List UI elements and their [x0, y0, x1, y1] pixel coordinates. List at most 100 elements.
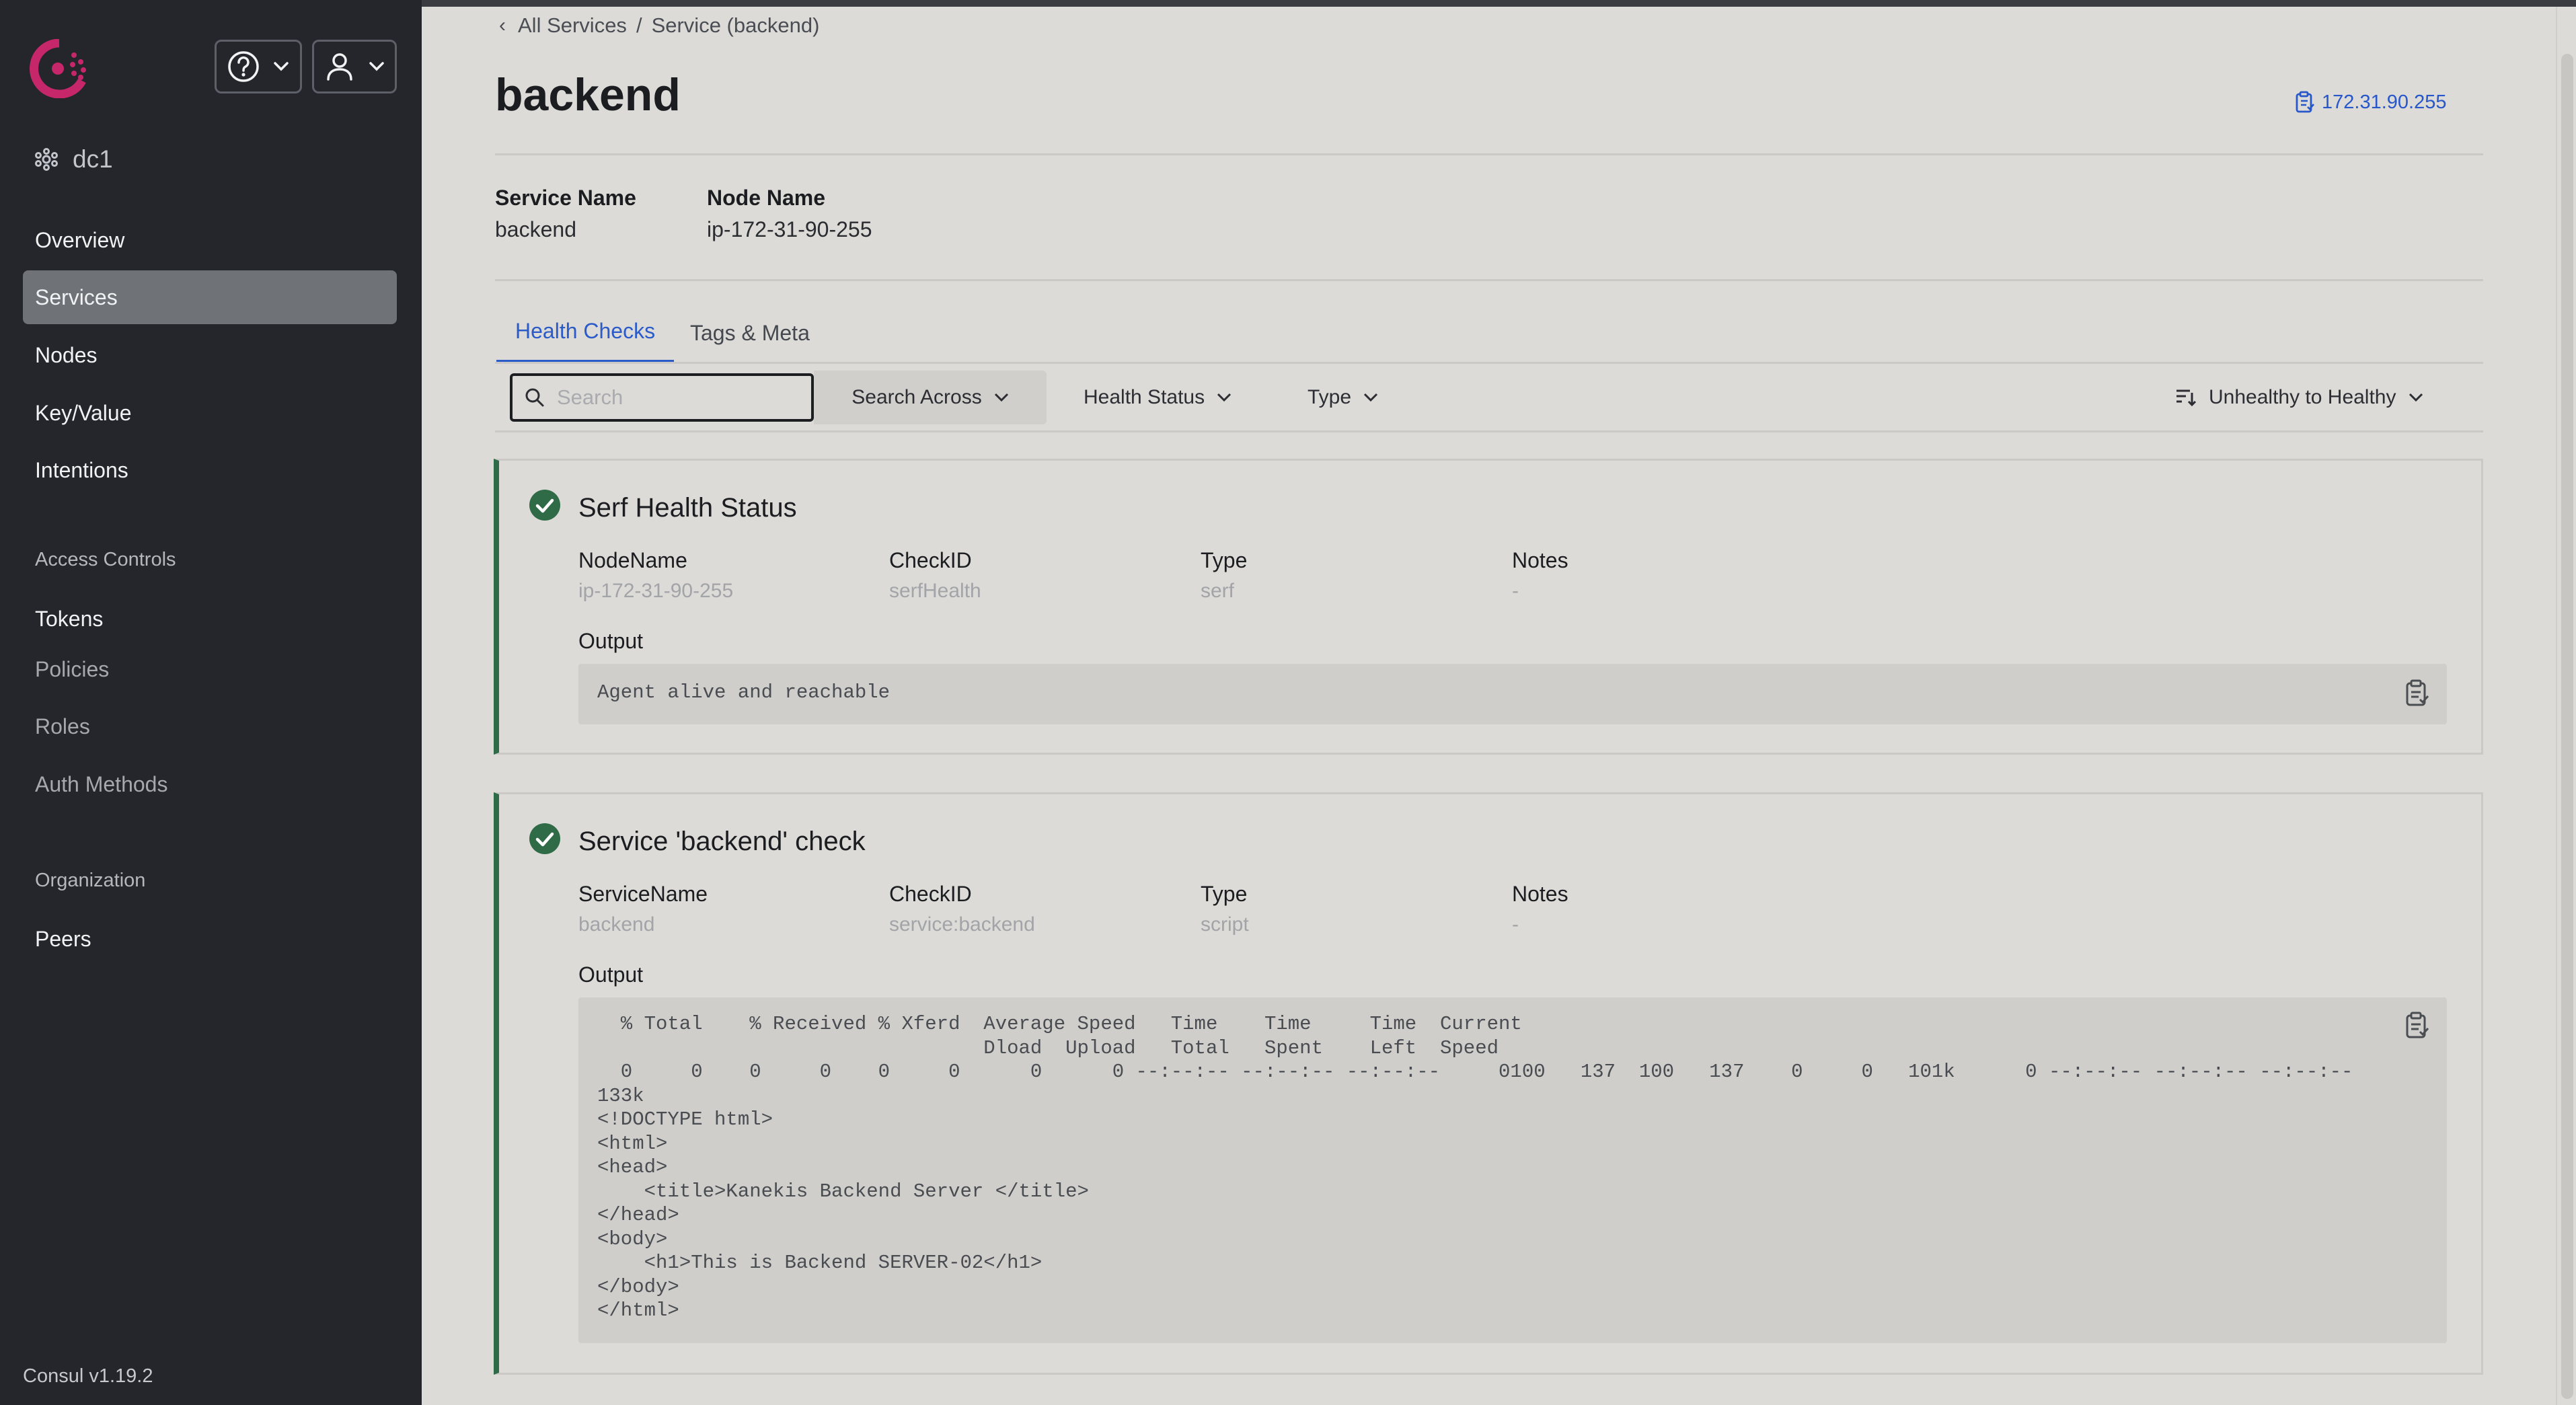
page-title: backend [495, 69, 681, 120]
node-name-meta: Node Name ip-172-31-90-255 [707, 186, 872, 242]
help-menu-button[interactable] [215, 40, 302, 93]
check-field-checkid: CheckID service:backend [889, 882, 1035, 936]
datacenter-icon [35, 148, 58, 171]
output-label: Output [578, 962, 644, 987]
breadcrumb: ‹ All Services / Service (backend) [499, 12, 819, 39]
node-name-value[interactable]: ip-172-31-90-255 [707, 217, 872, 242]
field-value: - [1512, 580, 1519, 602]
access-controls-heading: Access Controls [35, 549, 176, 570]
output-box: Agent alive and reachable [578, 664, 2447, 724]
field-value: service:backend [889, 913, 1035, 936]
chevron-down-icon [1217, 393, 1232, 402]
field-label: Notes [1512, 548, 1568, 572]
field-label: Notes [1512, 882, 1568, 906]
check-field-notes: Notes - [1512, 882, 1568, 936]
search-field[interactable] [510, 373, 814, 422]
service-name-meta: Service Name backend [495, 186, 636, 242]
service-name-label: Service Name [495, 186, 636, 210]
nav-tokens[interactable]: Tokens [23, 592, 397, 646]
search-input[interactable] [557, 385, 786, 410]
sort-dropdown[interactable]: Unhealthy to Healthy [2175, 371, 2423, 424]
breadcrumb-current: Service (backend) [651, 13, 820, 37]
field-value: script [1201, 913, 1249, 936]
sidebar: dc1 Overview Services Nodes Key/Value In… [0, 0, 422, 1405]
nav-intentions[interactable]: Intentions [23, 443, 397, 497]
health-check-card: Serf Health Status NodeName ip-172-31-90… [494, 459, 2483, 755]
divider [495, 430, 2483, 432]
field-label: Type [1201, 548, 1248, 572]
field-value: serf [1201, 580, 1235, 602]
scrollbar[interactable] [2556, 7, 2576, 1405]
sort-label: Unhealthy to Healthy [2209, 386, 2396, 408]
nav-auth-methods[interactable]: Auth Methods [23, 757, 397, 811]
check-field-checkid: CheckID serfHealth [889, 548, 981, 603]
breadcrumb-all-services[interactable]: All Services [518, 13, 627, 38]
nav-roles[interactable]: Roles [23, 699, 397, 753]
divider [495, 279, 2483, 281]
field-label: CheckID [889, 882, 972, 906]
type-dropdown[interactable]: Type [1308, 371, 1378, 424]
datacenter-selector[interactable]: dc1 [35, 144, 113, 175]
nav-key-value[interactable]: Key/Value [23, 386, 397, 440]
service-name-value: backend [495, 217, 576, 241]
breadcrumb-separator: / [636, 13, 642, 37]
check-field-nodename: NodeName ip-172-31-90-255 [578, 548, 733, 603]
nav-services[interactable]: Services [23, 270, 397, 324]
clipboard-icon [2296, 91, 2314, 113]
search-icon [525, 388, 544, 407]
search-across-label: Search Across [851, 386, 982, 408]
nav-overview[interactable]: Overview [23, 213, 397, 267]
help-icon [228, 51, 259, 82]
check-field-type: Type serf [1201, 548, 1247, 603]
chevron-down-icon [274, 62, 289, 71]
field-label: NodeName [578, 548, 687, 572]
version-label: Consul v1.19.2 [23, 1365, 153, 1387]
chevron-down-icon [994, 393, 1008, 402]
organization-heading: Organization [35, 870, 146, 891]
check-field-notes: Notes - [1512, 548, 1568, 603]
user-icon [327, 53, 352, 81]
nav-nodes[interactable]: Nodes [23, 328, 397, 382]
check-circle-icon [529, 490, 560, 521]
datacenter-label: dc1 [73, 145, 113, 173]
output-label: Output [578, 629, 644, 653]
chevron-down-icon [2409, 393, 2423, 402]
consul-logo-icon[interactable] [30, 39, 89, 98]
field-label: CheckID [889, 548, 972, 572]
field-label: ServiceName [578, 882, 708, 906]
copy-ip-button[interactable]: 172.31.90.255 [2295, 87, 2446, 117]
chevron-down-icon [369, 62, 384, 71]
divider [495, 153, 2483, 155]
search-across-dropdown[interactable]: Search Across [814, 371, 1047, 424]
field-value: backend [578, 913, 655, 936]
sort-icon [2176, 389, 2197, 407]
tab-tags-meta[interactable]: Tags & Meta [671, 303, 829, 363]
ip-address: 172.31.90.255 [2322, 91, 2447, 113]
health-status-label: Health Status [1084, 386, 1205, 408]
node-name-label: Node Name [707, 186, 826, 210]
divider [495, 362, 2483, 364]
check-title: Service 'backend' check [578, 827, 866, 856]
clipboard-copy-icon[interactable] [2404, 1011, 2431, 1039]
clipboard-copy-icon[interactable] [2404, 679, 2431, 707]
user-menu-button[interactable] [312, 40, 397, 93]
chevron-left-icon: ‹ [499, 14, 506, 36]
nav-policies[interactable]: Policies [23, 642, 397, 696]
tab-health-checks[interactable]: Health Checks [496, 303, 675, 363]
output-text: % Total % Received % Xferd Average Speed… [597, 1013, 2353, 1322]
field-label: Type [1201, 882, 1248, 906]
field-value: serfHealth [889, 580, 981, 602]
type-filter-label: Type [1308, 386, 1352, 408]
check-title: Serf Health Status [578, 493, 797, 523]
check-field-type: Type script [1201, 882, 1249, 936]
check-circle-icon [529, 823, 560, 854]
output-box: % Total % Received % Xferd Average Speed… [578, 997, 2447, 1343]
check-field-servicename: ServiceName backend [578, 882, 708, 936]
health-status-dropdown[interactable]: Health Status [1084, 371, 1232, 424]
scrollbar-thumb[interactable] [2561, 54, 2573, 1399]
health-check-card: Service 'backend' check ServiceName back… [494, 792, 2483, 1375]
chevron-down-icon [1363, 393, 1378, 402]
top-border [422, 0, 2576, 7]
nav-peers[interactable]: Peers [23, 912, 397, 966]
field-value: - [1512, 913, 1519, 936]
